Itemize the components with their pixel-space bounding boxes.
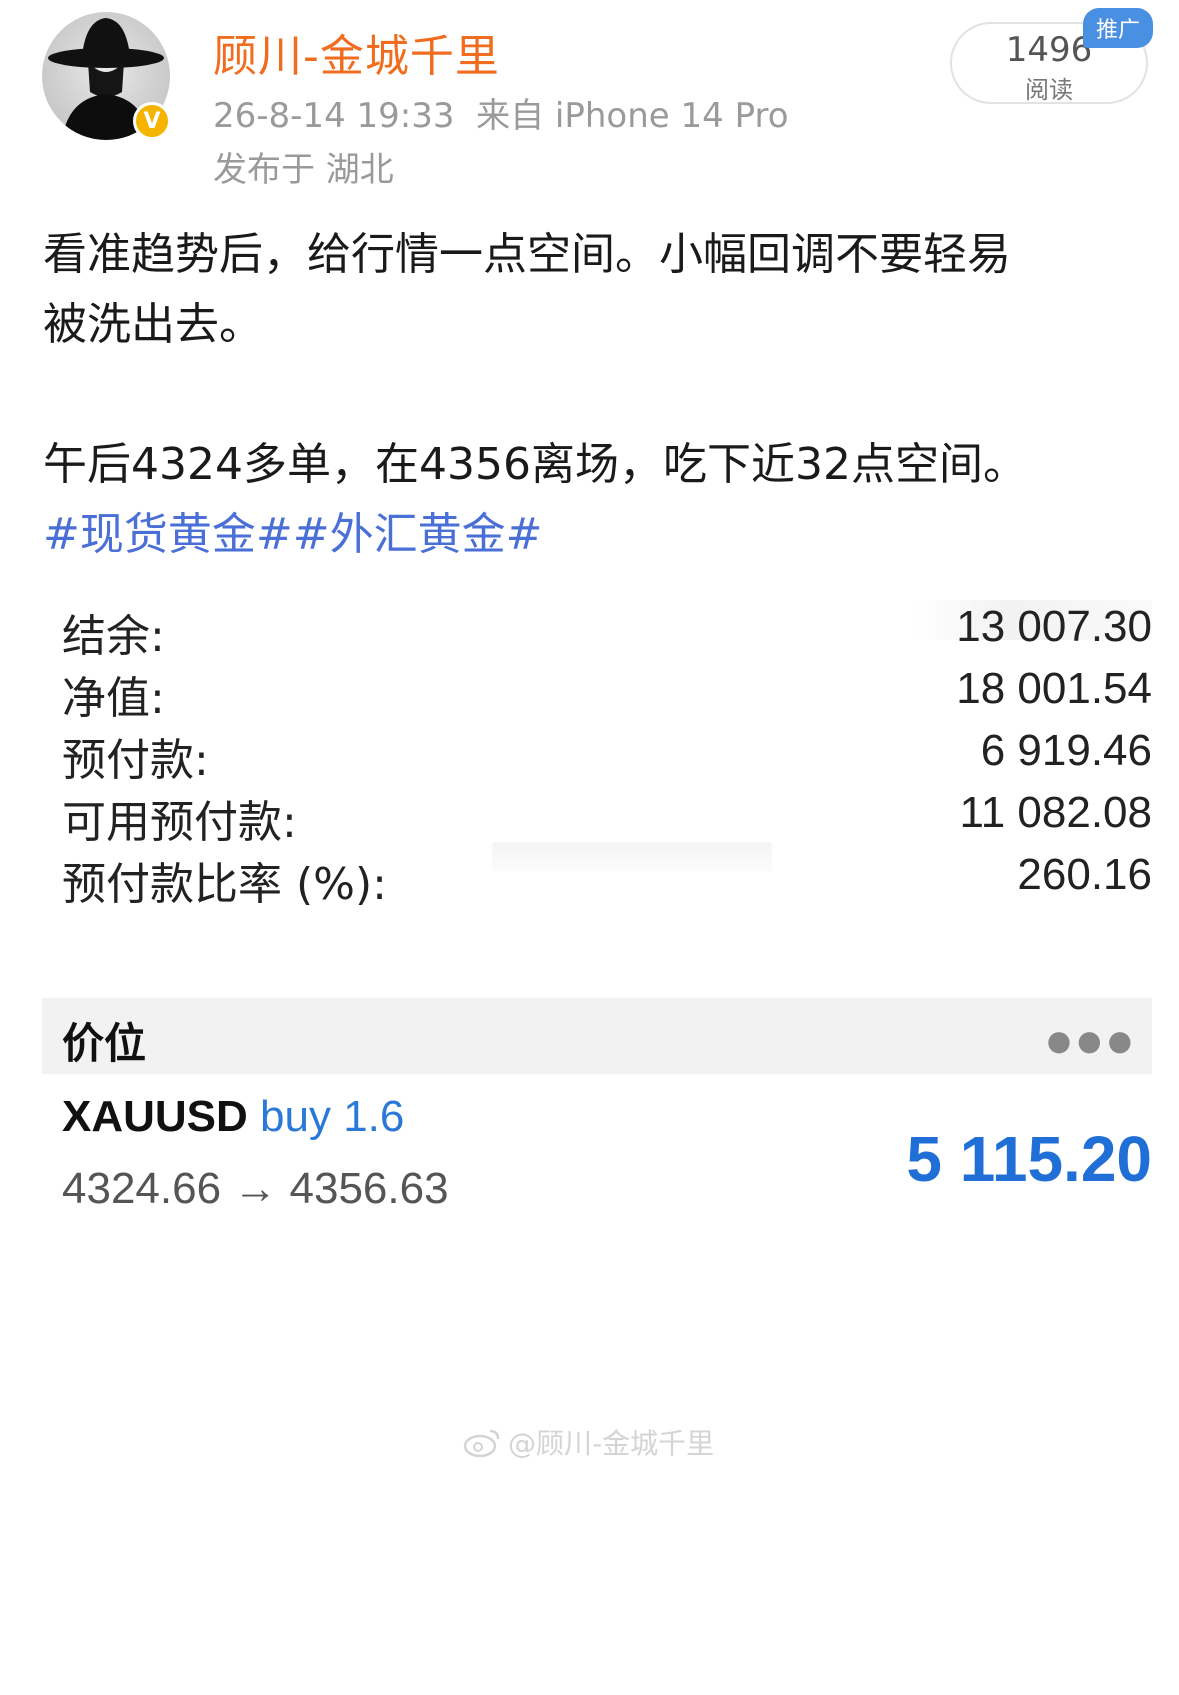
- verified-badge-icon: V: [133, 102, 171, 140]
- watermark-text: @顾川-金城千里: [508, 1427, 715, 1460]
- post-line: 被洗出去。: [43, 299, 263, 350]
- weibo-logo-icon: [463, 1429, 500, 1457]
- positions-header: 价位 ●●●: [42, 998, 1152, 1074]
- post-body-paragraph: 午后4324多单，在4356离场，吃下近32点空间。 #现货黄金##外汇黄金#: [43, 430, 1153, 570]
- post-location: 发布于 湖北: [213, 150, 394, 190]
- position-price-range: 4324.66 → 4356.63: [62, 1164, 449, 1213]
- account-row-free-margin: 可用预付款: 11 082.08: [62, 786, 1152, 852]
- position-side: buy 1.6: [260, 1092, 405, 1141]
- username[interactable]: 顾川-金城千里: [213, 20, 500, 84]
- watermark: @顾川-金城千里: [462, 1422, 714, 1462]
- position-symbol[interactable]: XAUUSD buy 1.6: [62, 1092, 404, 1142]
- more-dots-icon[interactable]: ●●●: [1047, 1024, 1138, 1057]
- timestamp: 26-8-14 19:33: [213, 96, 455, 136]
- hashtag-link[interactable]: #现货黄金##外汇黄金#: [43, 500, 1153, 570]
- row-label: 预付款:: [62, 735, 209, 786]
- row-value: 260.16: [1017, 850, 1152, 899]
- post-line: 午后4324多单，在4356离场，吃下近32点空间。: [43, 439, 1027, 490]
- row-value: 13 007.30: [956, 602, 1152, 651]
- positions-title: 价位: [62, 1019, 147, 1068]
- promo-badge[interactable]: 推广: [1083, 8, 1153, 48]
- row-label: 净值:: [62, 673, 165, 724]
- row-label: 可用预付款:: [62, 797, 297, 848]
- position-profit: 5 115.20: [906, 1123, 1152, 1195]
- account-row-margin-level: 预付款比率 (%): 260.16: [62, 848, 1152, 914]
- symbol-name: XAUUSD: [62, 1092, 248, 1141]
- post-line: 看准趋势后，给行情一点空间。小幅回调不要轻易: [43, 229, 1011, 280]
- account-row-equity: 净值: 18 001.54: [62, 662, 1152, 728]
- post-body: 看准趋势后，给行情一点空间。小幅回调不要轻易 被洗出去。: [43, 220, 1143, 360]
- account-row-balance: 结余: 13 007.30: [62, 600, 1152, 666]
- trading-screenshot[interactable]: 结余: 13 007.30 净值: 18 001.54 预付款: 6 919.4…: [42, 600, 1152, 1230]
- row-value: 18 001.54: [956, 664, 1152, 713]
- row-label: 结余:: [62, 611, 165, 662]
- read-count-label: 阅读: [1025, 76, 1073, 104]
- account-row-margin: 预付款: 6 919.46: [62, 724, 1152, 790]
- row-value: 11 082.08: [959, 788, 1152, 837]
- row-label: 预付款比率 (%):: [62, 859, 387, 910]
- post-meta: 26-8-14 19:33 来自 iPhone 14 Pro: [213, 88, 789, 137]
- row-value: 6 919.46: [980, 726, 1152, 775]
- device-source: 来自 iPhone 14 Pro: [476, 96, 789, 136]
